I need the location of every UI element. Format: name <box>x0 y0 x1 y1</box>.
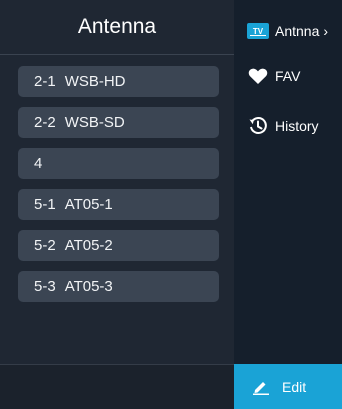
channel-number: 5-2 <box>34 237 56 254</box>
channel-list: 2-1 WSB-HD 2-2 WSB-SD 4 5-1 AT05-1 5-2 A… <box>18 66 219 312</box>
channel-name: WSB-HD <box>64 73 126 90</box>
history-icon <box>247 117 269 135</box>
channel-number: 2-2 <box>34 114 56 131</box>
menu-item-history[interactable]: History <box>247 117 319 135</box>
channel-item[interactable]: 2-1 WSB-HD <box>18 66 219 97</box>
channel-name: AT05-3 <box>64 278 113 295</box>
channel-number: 2-1 <box>34 73 56 90</box>
menu-item-label: Antnna <box>275 23 320 39</box>
panel-title: Antenna <box>0 0 234 55</box>
channel-item[interactable]: 4 <box>18 148 219 179</box>
tv-icon: TV <box>247 22 269 40</box>
channel-item[interactable]: 5-3 AT05-3 <box>18 271 219 302</box>
pencil-icon <box>252 379 270 395</box>
channel-item[interactable]: 5-1 AT05-1 <box>18 189 219 220</box>
source-menu: TV Antnna › FAV History <box>234 0 342 409</box>
channel-number: 5-3 <box>34 278 56 295</box>
left-footer <box>0 364 234 409</box>
menu-item-label: History <box>275 118 319 134</box>
edit-label: Edit <box>282 378 307 395</box>
channel-number: 5-1 <box>34 196 56 213</box>
chevron-right-icon: › <box>323 23 329 39</box>
menu-item-antenna[interactable]: TV Antnna › <box>247 22 328 40</box>
channel-item[interactable]: 2-2 WSB-SD <box>18 107 219 138</box>
channel-name: AT05-1 <box>64 196 113 213</box>
channel-number: 4 <box>34 155 43 172</box>
channel-list-panel: Antenna 2-1 WSB-HD 2-2 WSB-SD 4 5-1 AT05… <box>0 0 234 409</box>
menu-item-fav[interactable]: FAV <box>247 67 300 85</box>
channel-name: AT05-2 <box>64 237 113 254</box>
heart-icon <box>247 67 269 85</box>
edit-button[interactable]: Edit <box>234 364 342 409</box>
menu-item-label: FAV <box>275 68 301 84</box>
channel-item[interactable]: 5-2 AT05-2 <box>18 230 219 261</box>
channel-name: WSB-SD <box>64 114 125 131</box>
